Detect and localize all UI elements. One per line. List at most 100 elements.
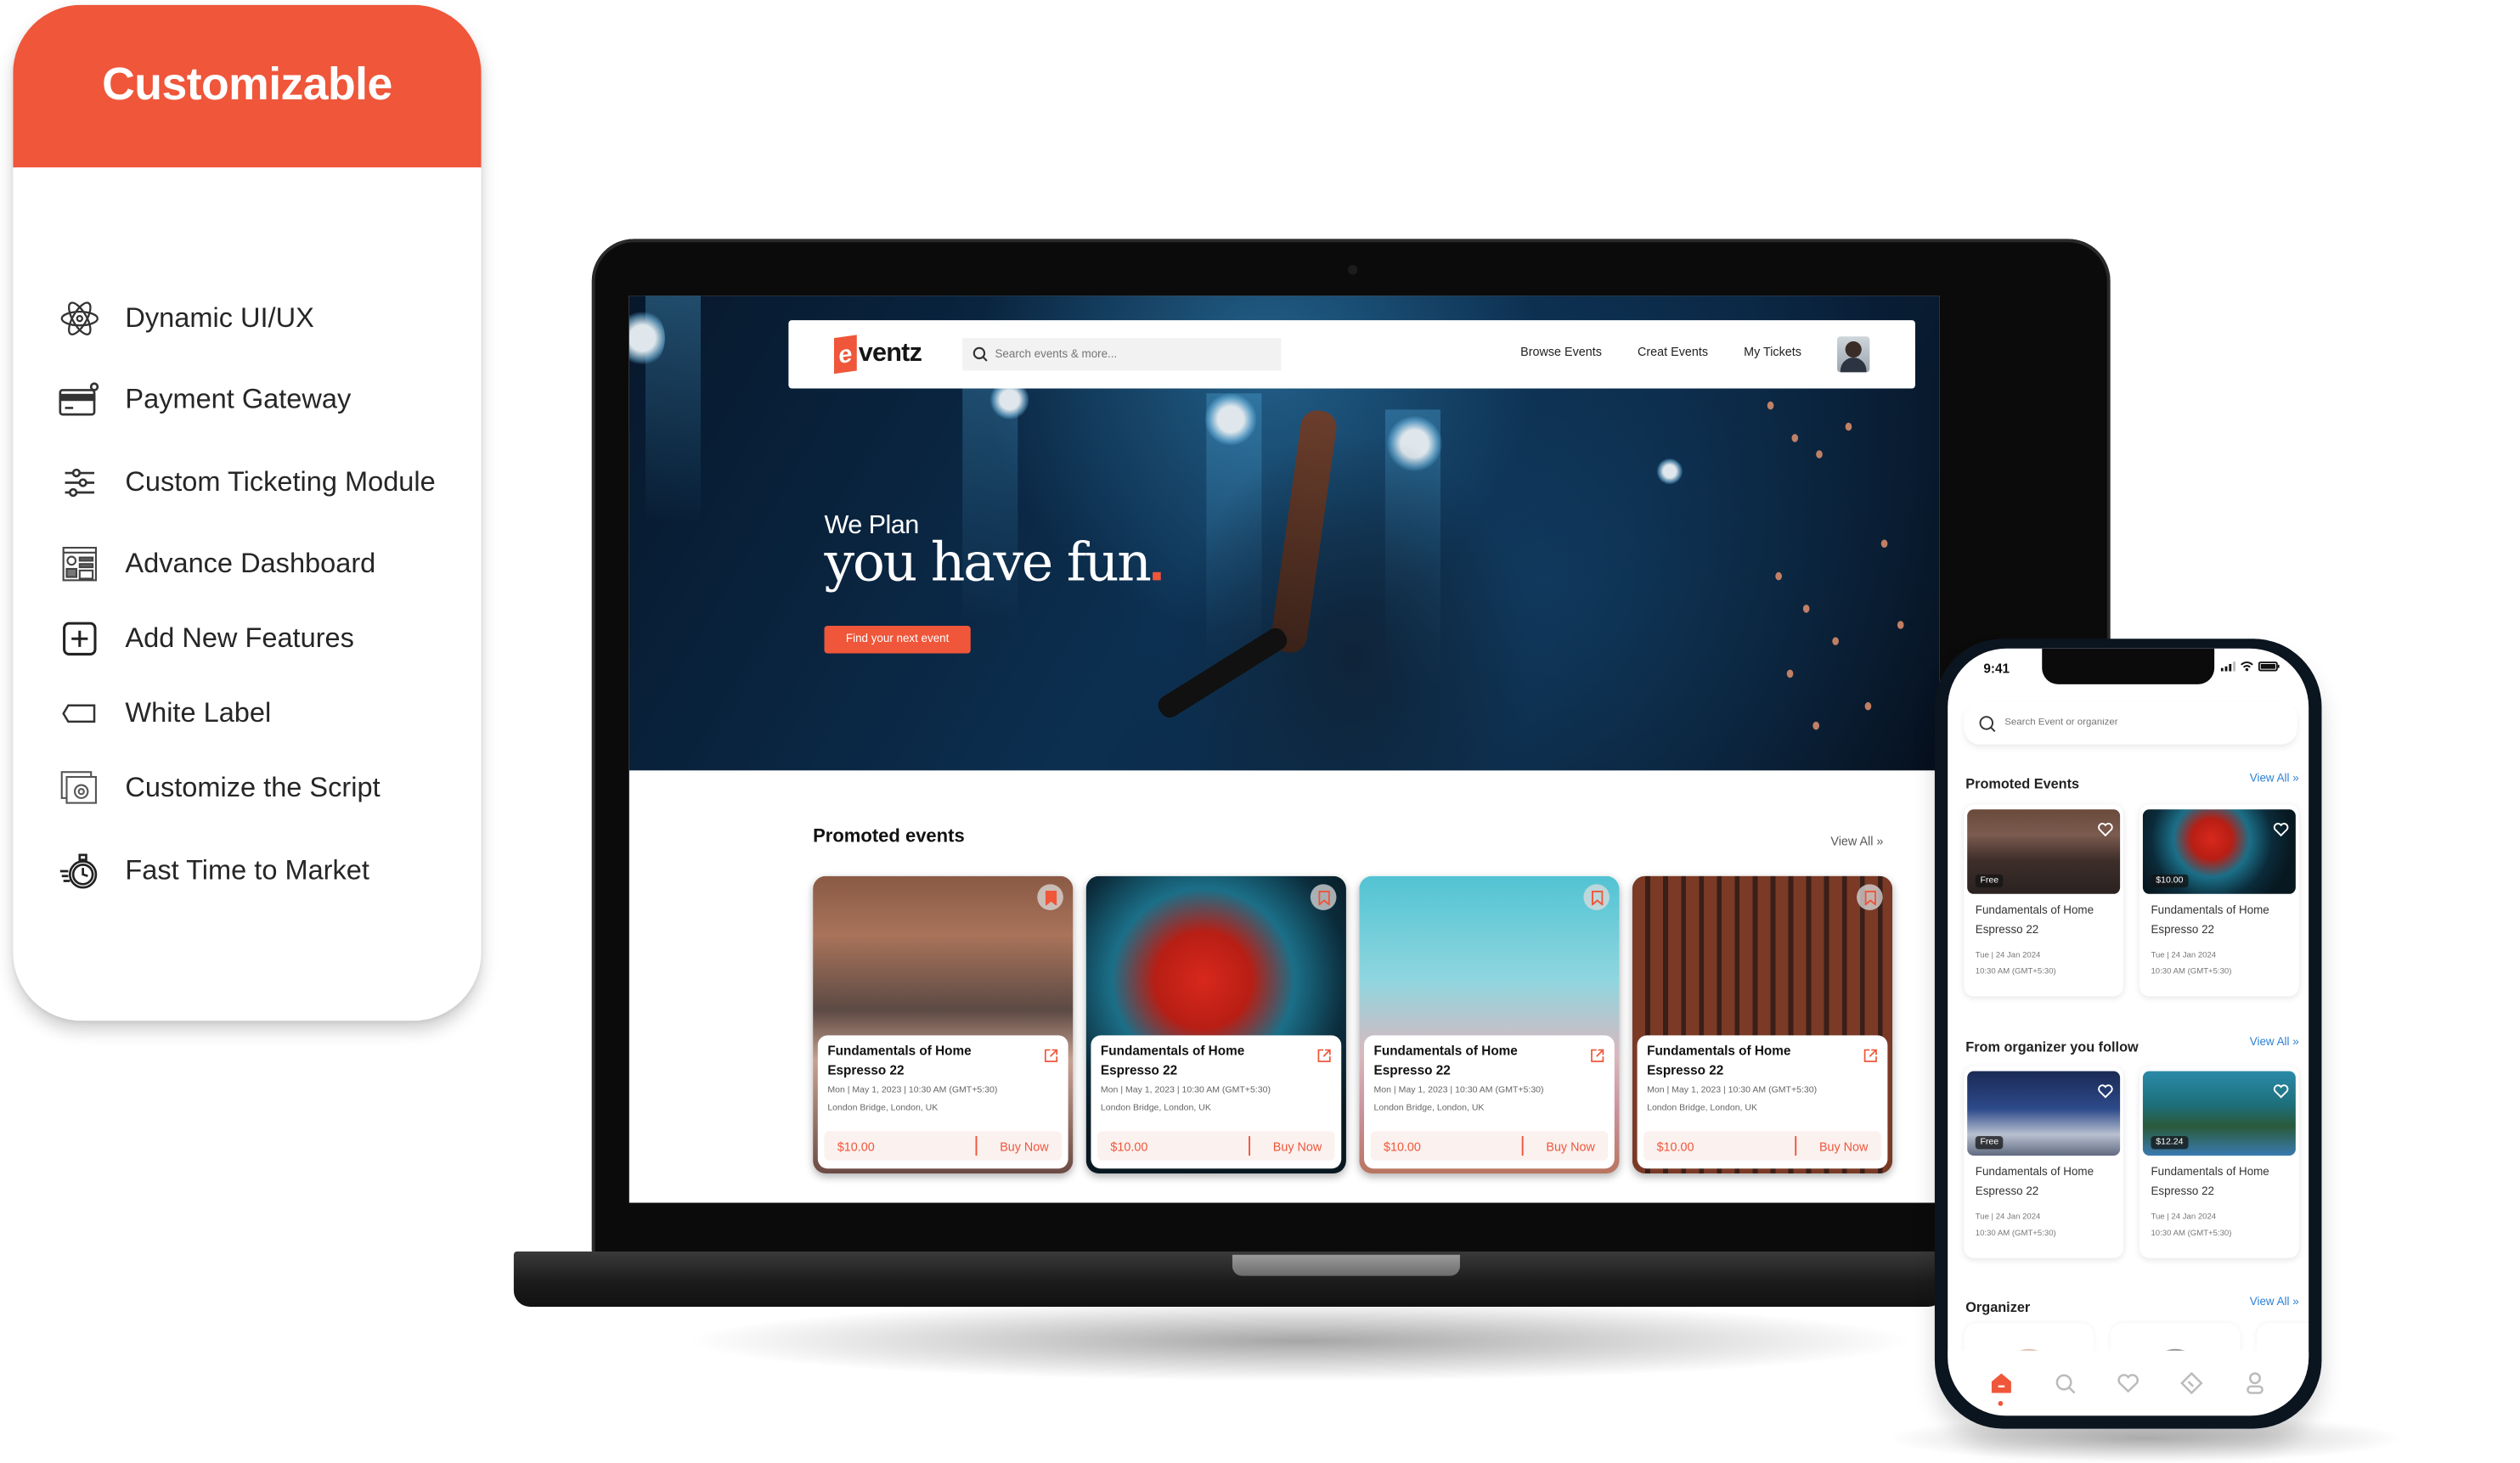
battery-icon bbox=[2258, 661, 2280, 672]
mobile-event-card[interactable]: Free Fundamentals of Home Espresso 22 Tue … bbox=[1964, 804, 2123, 997]
event-card[interactable]: Fundamentals of Home Espresso 22 Mon | Ma… bbox=[813, 875, 1074, 1174]
external-link-icon bbox=[1591, 1049, 1604, 1062]
bookmark-icon bbox=[1044, 890, 1057, 905]
feature-item-fast-time-to-market: Fast Time to Market bbox=[59, 850, 369, 892]
event-date: Mon | May 1, 2023 | 10:30 AM (GMT+5:30) bbox=[1647, 1085, 1818, 1096]
bookmark-icon bbox=[1591, 890, 1603, 905]
bookmark-button[interactable] bbox=[1857, 884, 1883, 910]
hero-accent-dot bbox=[1153, 571, 1162, 581]
event-card[interactable]: Fundamentals of Home Espresso 22 Mon | Ma… bbox=[1085, 875, 1346, 1174]
bookmark-button[interactable] bbox=[1037, 884, 1063, 910]
feature-label: Add New Features bbox=[125, 622, 354, 654]
event-card[interactable]: Fundamentals of Home Espresso 22 Mon | Ma… bbox=[1632, 875, 1893, 1174]
feature-item-customize-script: Customize the Script bbox=[59, 768, 381, 810]
event-info: Fundamentals of Home Espresso 22 Mon | Ma… bbox=[1091, 1035, 1342, 1169]
find-next-event-button[interactable]: Find your next event bbox=[824, 625, 971, 654]
logo-text: ventz bbox=[858, 340, 922, 368]
buy-now-button[interactable]: Buy Now bbox=[1273, 1139, 1322, 1154]
event-datetime: Tue | 24 Jan 2024 10:30 AM (GMT+5:30) bbox=[2151, 948, 2231, 980]
view-all-link[interactable]: View All » bbox=[1830, 834, 1883, 848]
share-button[interactable] bbox=[1317, 1042, 1332, 1062]
feature-label: Fast Time to Market bbox=[125, 854, 369, 886]
status-time: 9:41 bbox=[1983, 661, 2010, 677]
tab-tickets[interactable] bbox=[2179, 1370, 2205, 1397]
tab-profile[interactable] bbox=[2241, 1370, 2268, 1397]
mobile-event-card[interactable]: $12.24 Fundamentals of Home Espresso 22 Tu… bbox=[2139, 1066, 2299, 1258]
search-bar[interactable] bbox=[962, 338, 1282, 371]
search-input[interactable] bbox=[995, 348, 1271, 360]
bokeh-light bbox=[1802, 605, 1810, 613]
section-promoted-events-title: Promoted Events bbox=[1965, 775, 2080, 792]
bokeh-light bbox=[1791, 434, 1799, 442]
event-price: $10.00 bbox=[1656, 1139, 1694, 1155]
following-view-all[interactable]: View All » bbox=[2250, 1037, 2299, 1048]
tab-favorites[interactable] bbox=[2115, 1370, 2141, 1397]
share-button[interactable] bbox=[1863, 1042, 1878, 1062]
event-price: $10.00 bbox=[1110, 1139, 1148, 1155]
favorite-button[interactable] bbox=[2273, 816, 2289, 837]
credit-card-icon bbox=[59, 379, 101, 421]
feature-label: White Label bbox=[125, 697, 272, 729]
section-organizer-follow-title: From organizer you follow bbox=[1965, 1038, 2139, 1055]
event-time: 10:30 AM (GMT+5:30) bbox=[1975, 1229, 2056, 1239]
bokeh-light bbox=[1864, 701, 1872, 711]
event-date: Tue | 24 Jan 2024 bbox=[2151, 1212, 2217, 1223]
atom-icon bbox=[59, 297, 101, 340]
price-bar: $10.00 Buy Now bbox=[1643, 1131, 1881, 1161]
external-link-icon bbox=[1044, 1049, 1058, 1062]
hero-text: We Plan you have fun bbox=[824, 512, 1162, 588]
favorite-button[interactable] bbox=[2273, 1078, 2289, 1099]
dashboard-icon bbox=[59, 543, 101, 585]
mobile-search-input[interactable] bbox=[2004, 718, 2281, 729]
event-date: Mon | May 1, 2023 | 10:30 AM (GMT+5:30) bbox=[1373, 1085, 1544, 1096]
tab-home[interactable] bbox=[1989, 1370, 2015, 1406]
event-title: Fundamentals of Home Espresso 22 bbox=[2151, 1167, 2269, 1198]
price-bar: $10.00 Buy Now bbox=[1370, 1131, 1609, 1161]
mobile-search-bar[interactable] bbox=[1964, 701, 2297, 745]
buy-now-button[interactable]: Buy Now bbox=[1819, 1139, 1868, 1154]
event-info: Fundamentals of Home Espresso 22 Mon | Ma… bbox=[1637, 1035, 1888, 1169]
active-tab-indicator bbox=[1999, 1401, 2004, 1406]
section-organizer-title: Organizer bbox=[1965, 1298, 2031, 1315]
mobile-event-card[interactable]: $10.00 Fundamentals of Home Espresso 22 Tu… bbox=[2139, 804, 2299, 997]
bookmark-button[interactable] bbox=[1583, 884, 1610, 910]
laptop-camera bbox=[1347, 265, 1358, 275]
share-button[interactable] bbox=[1044, 1042, 1058, 1062]
bookmark-button[interactable] bbox=[1310, 884, 1337, 910]
buy-now-button[interactable]: Buy Now bbox=[1546, 1139, 1594, 1154]
bokeh-light bbox=[1880, 539, 1888, 549]
nav-my-tickets[interactable]: My Tickets bbox=[1744, 345, 1801, 359]
bookmark-icon bbox=[1317, 890, 1329, 905]
organizer-view-all[interactable]: View All » bbox=[2250, 1297, 2299, 1308]
share-button[interactable] bbox=[1590, 1042, 1604, 1062]
feature-item-add-new-features: Add New Features bbox=[59, 617, 354, 660]
event-title: Fundamentals of Home Espresso 22 bbox=[2151, 905, 2269, 937]
favorite-button[interactable] bbox=[2097, 1078, 2113, 1099]
user-avatar[interactable] bbox=[1837, 336, 1870, 373]
event-datetime: Tue | 24 Jan 2024 10:30 AM (GMT+5:30) bbox=[1976, 948, 2056, 980]
phone-notch bbox=[2042, 648, 2215, 684]
event-title: Fundamentals of Home Espresso 22 bbox=[1100, 1043, 1245, 1078]
bokeh-light bbox=[1812, 721, 1819, 730]
event-location: London Bridge, London, UK bbox=[827, 1103, 939, 1114]
search-icon bbox=[2055, 1373, 2075, 1393]
event-card[interactable]: Fundamentals of Home Espresso 22 Mon | Ma… bbox=[1359, 875, 1620, 1174]
laptop-shadow bbox=[682, 1300, 1919, 1382]
favorite-button[interactable] bbox=[2097, 816, 2113, 837]
nav-create-events[interactable]: Creat Events bbox=[1638, 345, 1708, 359]
tab-search[interactable] bbox=[2052, 1370, 2078, 1397]
eventz-logo[interactable]: e ventz bbox=[833, 335, 922, 374]
phone-frame: 9:41 Promoted Events View All » Free Fund… bbox=[1934, 639, 2322, 1429]
event-date: Tue | 24 Jan 2024 bbox=[1975, 950, 2041, 961]
nav-browse-events[interactable]: Browse Events bbox=[1520, 345, 1602, 359]
mobile-event-card[interactable]: Free Fundamentals of Home Espresso 22 Tue … bbox=[1964, 1066, 2123, 1258]
heart-icon bbox=[2098, 823, 2113, 837]
promoted-view-all[interactable]: View All » bbox=[2250, 774, 2299, 785]
stage-light bbox=[1656, 458, 1683, 485]
buy-now-button[interactable]: Buy Now bbox=[1000, 1139, 1048, 1154]
divider bbox=[1795, 1136, 1797, 1156]
top-navbar: e ventz Browse Events Creat Events My Ti… bbox=[788, 320, 1915, 389]
hero-title: you have fun bbox=[824, 530, 1151, 594]
price-bar: $10.00 Buy Now bbox=[1097, 1131, 1335, 1161]
event-location: London Bridge, London, UK bbox=[1373, 1103, 1485, 1114]
